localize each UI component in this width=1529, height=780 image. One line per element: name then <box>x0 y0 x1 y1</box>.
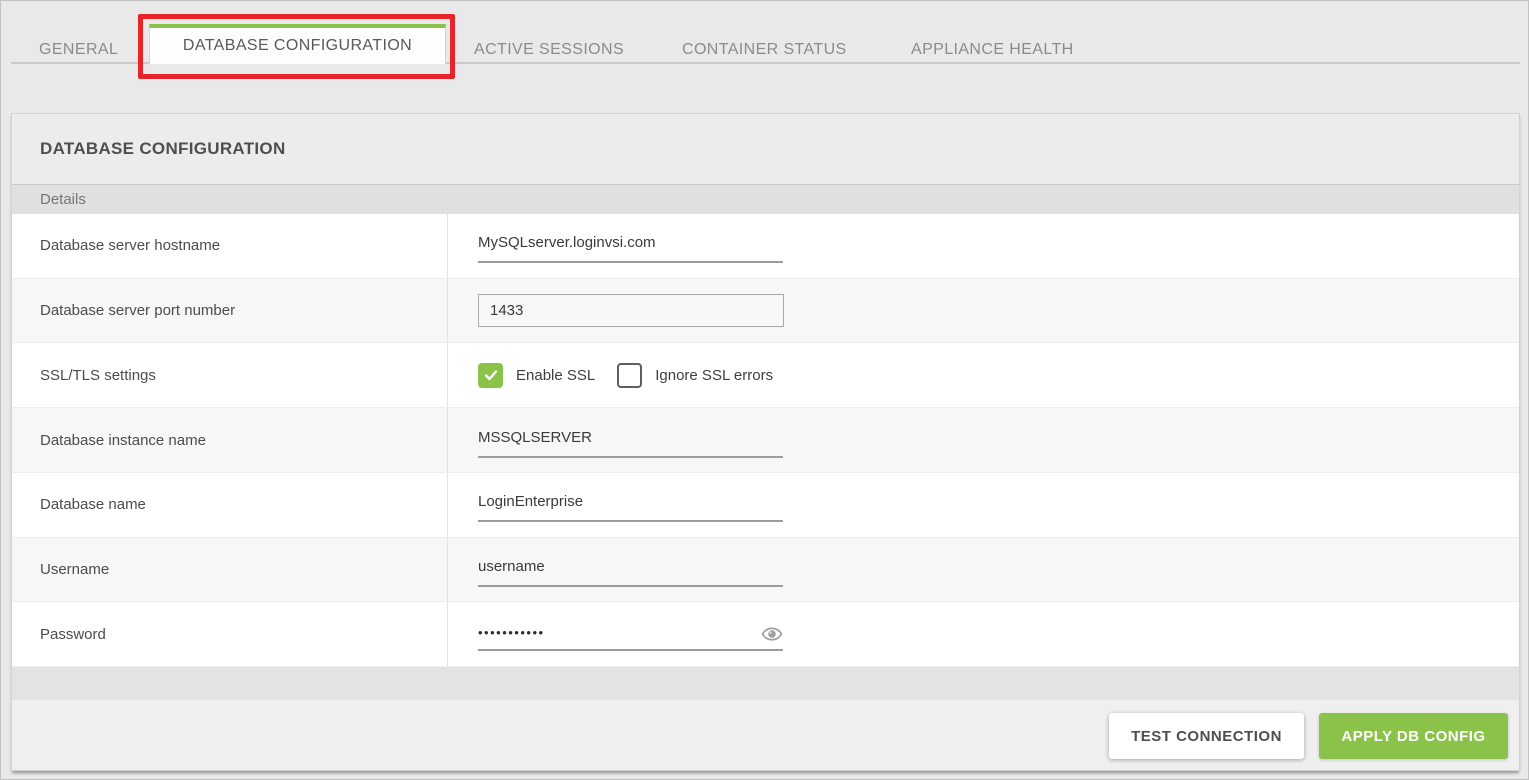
row-ssl-tls-settings: SSL/TLS settings Enable SSL Ignore SSL e… <box>12 343 1519 408</box>
ignore-ssl-errors-checkbox[interactable] <box>617 363 642 388</box>
field-label: SSL/TLS settings <box>12 343 448 407</box>
tab-active-sessions[interactable]: ACTIVE SESSIONS <box>474 41 624 59</box>
database-instance-name-input[interactable] <box>478 429 783 458</box>
eye-icon <box>761 623 783 645</box>
field-label: Database name <box>12 473 448 537</box>
row-username: Username <box>12 538 1519 603</box>
password-masked-value: ••••••••••• <box>478 624 545 642</box>
row-password: Password ••••••••••• <box>12 602 1519 667</box>
form-rows: Database server hostname Database server… <box>12 214 1519 667</box>
field-label: Database server hostname <box>12 214 448 278</box>
details-section-header: Details <box>12 185 1519 214</box>
tab-container-status[interactable]: CONTAINER STATUS <box>682 41 847 59</box>
password-input[interactable]: ••••••••••• <box>478 623 783 651</box>
panel-title: DATABASE CONFIGURATION <box>40 139 286 159</box>
section-separator <box>12 667 1519 700</box>
checkmark-icon <box>483 367 499 383</box>
field-label: Username <box>12 538 448 602</box>
row-database-name: Database name <box>12 473 1519 538</box>
ignore-ssl-errors-label[interactable]: Ignore SSL errors <box>655 367 773 384</box>
panel-footer: TEST CONNECTION APPLY DB CONFIG <box>12 700 1519 770</box>
test-connection-button[interactable]: TEST CONNECTION <box>1109 713 1304 759</box>
toggle-password-visibility-button[interactable] <box>761 623 783 645</box>
field-label: Database server port number <box>12 279 448 343</box>
row-database-instance-name: Database instance name <box>12 408 1519 473</box>
username-input[interactable] <box>478 558 783 587</box>
database-server-hostname-input[interactable] <box>478 234 783 263</box>
enable-ssl-label[interactable]: Enable SSL <box>516 367 595 384</box>
appliance-settings-page: GENERAL DATABASE CONFIGURATION ACTIVE SE… <box>0 0 1529 780</box>
field-label: Password <box>12 602 448 666</box>
tab-appliance-health[interactable]: APPLIANCE HEALTH <box>911 41 1074 59</box>
apply-db-config-button[interactable]: APPLY DB CONFIG <box>1319 713 1508 759</box>
tab-general[interactable]: GENERAL <box>39 41 118 59</box>
database-name-input[interactable] <box>478 493 783 522</box>
tab-database-configuration-label: DATABASE CONFIGURATION <box>183 37 412 55</box>
details-section-label: Details <box>40 191 86 208</box>
row-database-server-hostname: Database server hostname <box>12 214 1519 279</box>
database-server-port-input[interactable] <box>478 294 784 327</box>
panel-header: DATABASE CONFIGURATION <box>12 114 1519 185</box>
database-configuration-panel: DATABASE CONFIGURATION Details Database … <box>11 113 1520 771</box>
row-database-server-port: Database server port number <box>12 279 1519 344</box>
enable-ssl-checkbox[interactable] <box>478 363 503 388</box>
field-label: Database instance name <box>12 408 448 472</box>
tab-database-configuration[interactable]: DATABASE CONFIGURATION <box>149 24 446 64</box>
